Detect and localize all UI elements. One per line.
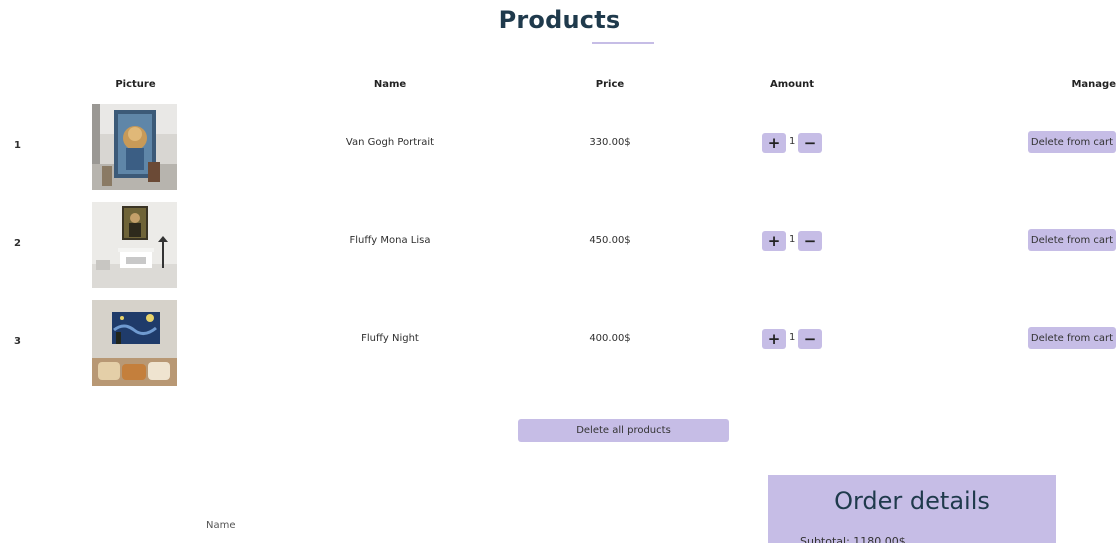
delete-from-cart-button[interactable]: Delete from cart: [1028, 229, 1116, 251]
column-header-name: Name: [373, 79, 407, 90]
row-index: 1: [14, 140, 21, 151]
order-details-title: Order details: [834, 487, 990, 515]
row-index: 2: [14, 238, 21, 249]
table-row: 2 Fluffy Mona Lisa 450.00$ + 1 − Delete …: [0, 202, 1119, 288]
name-field-label: Name: [206, 520, 236, 531]
cart-page: Products Picture Name Price Amount Manag…: [0, 0, 1119, 543]
increase-quantity-button[interactable]: +: [762, 231, 786, 251]
table-row: 1 Van Gogh Portrait 330.00$ + 1 − Delete…: [0, 104, 1119, 190]
column-header-price: Price: [595, 79, 625, 90]
increase-quantity-button[interactable]: +: [762, 329, 786, 349]
column-header-picture: Picture: [115, 79, 156, 90]
product-thumbnail: [92, 104, 177, 190]
quantity-value: 1: [789, 234, 796, 245]
order-subtotal: Subtotal: 1180.00$: [800, 535, 906, 543]
table-row: 3 Fluffy Night 400.00$ + 1 − Delete from…: [0, 300, 1119, 386]
product-name: Fluffy Mona Lisa: [349, 235, 431, 246]
product-name: Fluffy Night: [361, 333, 419, 344]
title-underline: [592, 42, 654, 44]
column-header-manage: Manage: [1071, 79, 1116, 90]
decrease-quantity-button[interactable]: −: [798, 329, 822, 349]
quantity-value: 1: [789, 332, 796, 343]
product-thumbnail: [92, 202, 177, 288]
product-thumbnail: [92, 300, 177, 386]
delete-all-products-button[interactable]: Delete all products: [518, 419, 729, 442]
product-name: Van Gogh Portrait: [345, 137, 435, 148]
delete-from-cart-button[interactable]: Delete from cart: [1028, 327, 1116, 349]
quantity-value: 1: [789, 136, 796, 147]
page-title: Products: [498, 6, 621, 34]
decrease-quantity-button[interactable]: −: [798, 133, 822, 153]
product-price: 400.00$: [589, 333, 631, 344]
order-details-panel: Order details Subtotal: 1180.00$: [768, 475, 1056, 543]
column-header-amount: Amount: [769, 79, 815, 90]
row-index: 3: [14, 336, 21, 347]
product-price: 330.00$: [589, 137, 631, 148]
delete-from-cart-button[interactable]: Delete from cart: [1028, 131, 1116, 153]
product-price: 450.00$: [589, 235, 631, 246]
increase-quantity-button[interactable]: +: [762, 133, 786, 153]
decrease-quantity-button[interactable]: −: [798, 231, 822, 251]
